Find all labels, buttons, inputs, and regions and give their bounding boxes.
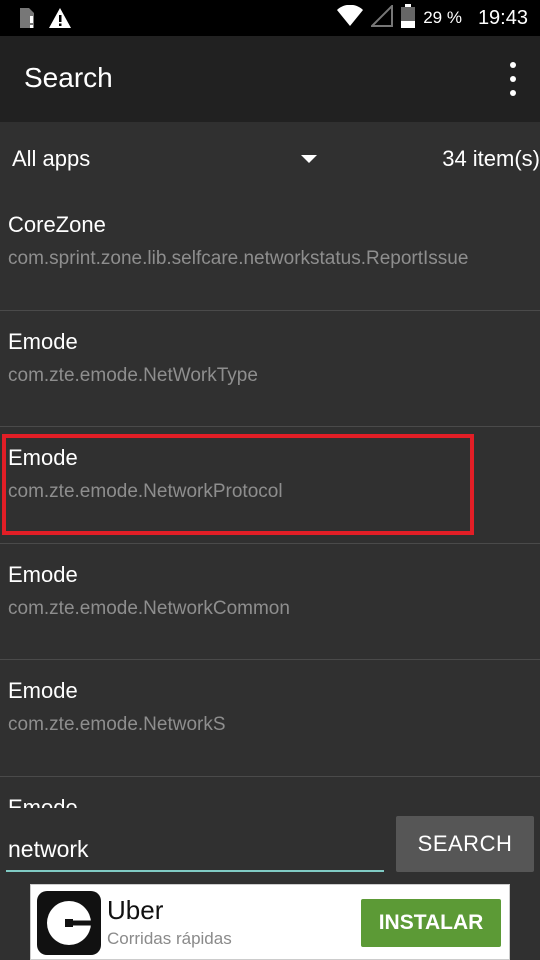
app-filter-dropdown[interactable]: All apps [12,146,90,172]
item-package: com.zte.emode.NetworkS [8,714,226,735]
battery-icon [401,3,416,33]
battery-percent: 29 % [423,8,462,27]
list-item[interactable]: Emode com.zte.emode.NetworkS [0,660,540,777]
search-bar: SEARCH [0,808,540,884]
overflow-menu-icon[interactable] [506,62,520,96]
status-bar: 29 % 19:43 [0,0,540,36]
item-name: Emode [8,445,78,470]
signal-icon [369,3,394,32]
system-icons: 29 % 19:43 [337,0,528,36]
list-item[interactable]: Emode [0,777,540,809]
ad-banner[interactable]: Uber Corridas rápidas INSTALAR [30,884,510,960]
search-button[interactable]: SEARCH [396,816,534,872]
item-package: com.zte.emode.NetworkProtocol [8,481,283,502]
clock: 19:43 [477,6,528,29]
wifi-icon [337,4,364,32]
page-title: Search [24,62,113,93]
item-name: CoreZone [8,212,106,237]
ad-title: Uber [107,895,164,925]
item-package: com.sprint.zone.lib.selfcare.networkstat… [8,248,469,269]
warning-icon [48,7,72,34]
item-name: Emode [8,328,78,354]
item-name: Emode [8,794,78,809]
list-item[interactable]: Emode com.zte.emode.NetWorkType [0,311,540,427]
filter-row: All apps 34 item(s) [0,122,540,198]
notification-icons [16,6,72,35]
item-package: com.zte.emode.NetworkCommon [8,597,290,619]
search-input[interactable] [6,828,384,872]
uber-logo-icon [37,891,101,955]
item-package: com.zte.emode.NetWorkType [8,364,258,386]
list-item[interactable]: CoreZone com.sprint.zone.lib.selfcare.ne… [0,194,540,311]
result-count: 34 item(s) [442,146,540,171]
dropdown-arrow-icon[interactable] [301,155,317,163]
app-toolbar: Search [0,36,540,122]
results-list: CoreZone com.sprint.zone.lib.selfcare.ne… [0,194,540,808]
list-item[interactable]: Emode com.zte.emode.NetworkProtocol [0,427,540,544]
item-name: Emode [8,561,78,587]
ad-subtitle: Corridas rápidas [107,929,232,948]
sim-alert-icon [16,6,38,35]
list-item[interactable]: Emode com.zte.emode.NetworkCommon [0,544,540,660]
item-name: Emode [8,678,78,703]
install-button[interactable]: INSTALAR [361,899,501,947]
